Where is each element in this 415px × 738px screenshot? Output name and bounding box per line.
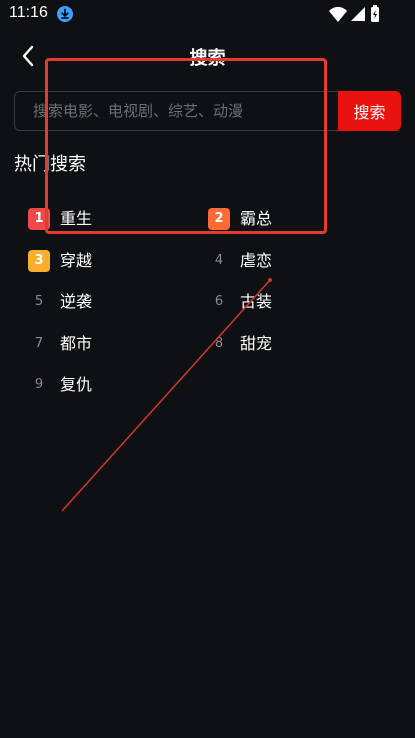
hot-search-item[interactable]: 8 甜宠 <box>208 332 368 356</box>
rank-number: 7 <box>34 336 44 351</box>
hot-search-item[interactable]: 1 重生 <box>28 207 188 231</box>
hot-search-label: 穿越 <box>60 251 93 270</box>
status-icons <box>327 5 387 23</box>
rank-badge: 2 <box>208 208 230 230</box>
hot-search-item[interactable]: 9 复仇 <box>28 373 188 397</box>
status-time: 11:16 <box>9 4 48 21</box>
hot-search-item[interactable]: 3 穿越 <box>28 249 188 273</box>
hot-search-label: 复仇 <box>60 375 93 394</box>
header: 搜索 <box>0 38 415 74</box>
hot-search-item[interactable]: 6 古装 <box>208 290 368 314</box>
hot-search-label: 逆袭 <box>60 292 93 311</box>
hot-search-item[interactable]: 4 虐恋 <box>208 249 368 273</box>
search-input[interactable] <box>14 91 338 131</box>
page-title: 搜索 <box>189 48 226 69</box>
rank-badge: 1 <box>28 208 50 230</box>
hot-search-label: 古装 <box>240 292 273 311</box>
download-icon <box>57 6 73 22</box>
rank-badge: 3 <box>28 250 50 272</box>
hot-search-item[interactable]: 5 逆袭 <box>28 290 188 314</box>
rank-number: 6 <box>214 294 224 309</box>
hot-search-label: 甜宠 <box>240 334 273 353</box>
hot-search-label: 霸总 <box>240 209 273 228</box>
hot-search-label: 都市 <box>60 334 93 353</box>
status-bar: 11:16 <box>0 0 415 28</box>
rank-number: 9 <box>34 377 44 392</box>
hot-search-label: 重生 <box>60 209 93 228</box>
hot-search-title: 热门搜索 <box>14 154 86 175</box>
hot-search-label: 虐恋 <box>240 251 273 270</box>
rank-number: 5 <box>34 294 44 309</box>
wifi-icon <box>329 6 347 22</box>
search-button[interactable]: 搜索 <box>338 91 401 131</box>
hot-search-item[interactable]: 7 都市 <box>28 332 188 356</box>
rank-number: 4 <box>214 253 224 268</box>
rank-number: 8 <box>214 336 224 351</box>
hot-search-item[interactable]: 2 霸总 <box>208 207 368 231</box>
battery-icon <box>371 5 379 22</box>
signal-icon <box>351 7 365 21</box>
